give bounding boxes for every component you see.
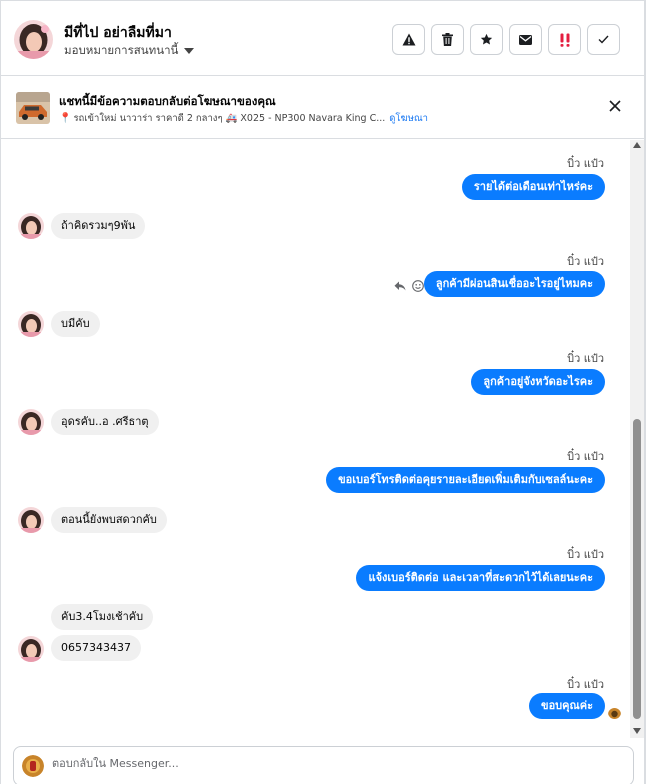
sender-name: บิ๋ว แป๋ว: [567, 450, 604, 463]
double-exclamation-icon: [560, 33, 569, 47]
sender-name: บิ๋ว แป๋ว: [567, 255, 604, 268]
reply-input[interactable]: [52, 757, 612, 770]
scroll-up-arrow-icon[interactable]: [633, 142, 641, 148]
assign-conversation-label: มอบหมายการสนทนานี้: [64, 43, 179, 57]
incoming-message[interactable]: บมีคับ: [51, 311, 100, 337]
message-thread: บิ๋ว แป๋ว รายได้ต่อเดือนเท่าไหร่คะ ถ้าคิ…: [1, 140, 631, 738]
assign-conversation-dropdown[interactable]: มอบหมายการสนทนานี้: [64, 42, 195, 60]
seen-indicator-avatar: [608, 706, 621, 719]
mark-done-button[interactable]: [587, 24, 620, 55]
contact-avatar-small: [18, 636, 44, 662]
contact-avatar-small: [18, 409, 44, 435]
envelope-icon: [519, 34, 532, 45]
chevron-down-icon: [184, 48, 195, 54]
emoji-react-icon[interactable]: [412, 280, 424, 292]
scroll-down-arrow-icon[interactable]: [633, 728, 641, 734]
incoming-message[interactable]: อุดรคับ..อ .ศรีธาตุ: [51, 409, 159, 435]
ad-thumbnail[interactable]: [16, 92, 50, 124]
scrollbar-thumb[interactable]: [633, 419, 641, 719]
reply-composer: [13, 746, 634, 784]
pin-icon: 📍: [59, 113, 72, 124]
sender-name: บิ๋ว แป๋ว: [567, 548, 604, 561]
star-button[interactable]: [470, 24, 503, 55]
message-hover-actions: [394, 280, 424, 292]
outgoing-message[interactable]: รายได้ต่อเดือนเท่าไหร่คะ: [461, 174, 605, 200]
warning-icon: [402, 33, 415, 46]
conversation-header: มีที่ไป อย่าลืมที่มา มอบหมายการสนทนานี้: [1, 0, 644, 76]
thread-scrollbar[interactable]: [630, 140, 644, 738]
contact-avatar-small: [18, 507, 44, 533]
incoming-message[interactable]: คับ3.4โมงเช้าคับ: [51, 604, 154, 630]
incoming-message[interactable]: 0657343437: [51, 635, 141, 661]
header-actions: [392, 24, 620, 55]
outgoing-message[interactable]: ลูกค้ามีผ่อนสินเชื่ออะไรอยู่ไหมคะ: [423, 271, 605, 297]
mark-unread-button[interactable]: [509, 24, 542, 55]
outgoing-message[interactable]: ขอเบอร์โทรติดต่อคุยรายละเอียดเพิ่มเติมกั…: [326, 467, 605, 493]
contact-avatar-small: [18, 311, 44, 337]
page-avatar: [22, 755, 44, 777]
ad-banner-title: แชทนี้มีข้อความตอบกลับต่อโฆษณาของคุณ: [59, 94, 276, 108]
contact-avatar-small: [18, 213, 44, 239]
contact-name[interactable]: มีที่ไป อย่าลืมที่มา: [64, 22, 172, 44]
ad-banner-subtitle: 📍 รถเข้าใหม่ นาวาร่า ราคาดี 2 กลางๆ 🚑 X0…: [59, 111, 428, 126]
check-icon: [598, 35, 609, 44]
reply-icon[interactable]: [394, 281, 406, 291]
outgoing-message[interactable]: ขอบคุณค่ะ: [529, 693, 605, 719]
sender-name: บิ๋ว แป๋ว: [567, 678, 604, 691]
incoming-message[interactable]: ถ้าคิดรวมๆ9พัน: [51, 213, 146, 239]
ad-description: รถเข้าใหม่ นาวาร่า ราคาดี 2 กลางๆ 🚑 X025…: [73, 113, 386, 124]
outgoing-message[interactable]: ลูกค้าอยู่จังหวัดอะไรคะ: [471, 369, 605, 395]
ad-reply-banner: แชทนี้มีข้อความตอบกลับต่อโฆษณาของคุณ 📍 ร…: [1, 77, 644, 139]
report-spam-button[interactable]: [392, 24, 425, 55]
delete-button[interactable]: [431, 24, 464, 55]
sender-name: บิ๋ว แป๋ว: [567, 157, 604, 170]
incoming-message[interactable]: ตอนนี้ยังพบสดวกคับ: [51, 507, 167, 533]
close-icon[interactable]: [608, 99, 622, 113]
trash-icon: [442, 33, 453, 46]
outgoing-message[interactable]: แจ้งเบอร์ติดต่อ และเวลาที่สะดวกไว้ได้เลย…: [356, 565, 605, 591]
contact-avatar[interactable]: [14, 20, 53, 59]
sender-name: บิ๋ว แป๋ว: [567, 352, 604, 365]
star-icon: [480, 33, 493, 45]
view-ad-link[interactable]: ดูโฆษณา: [389, 111, 428, 126]
follow-up-button[interactable]: [548, 24, 581, 55]
